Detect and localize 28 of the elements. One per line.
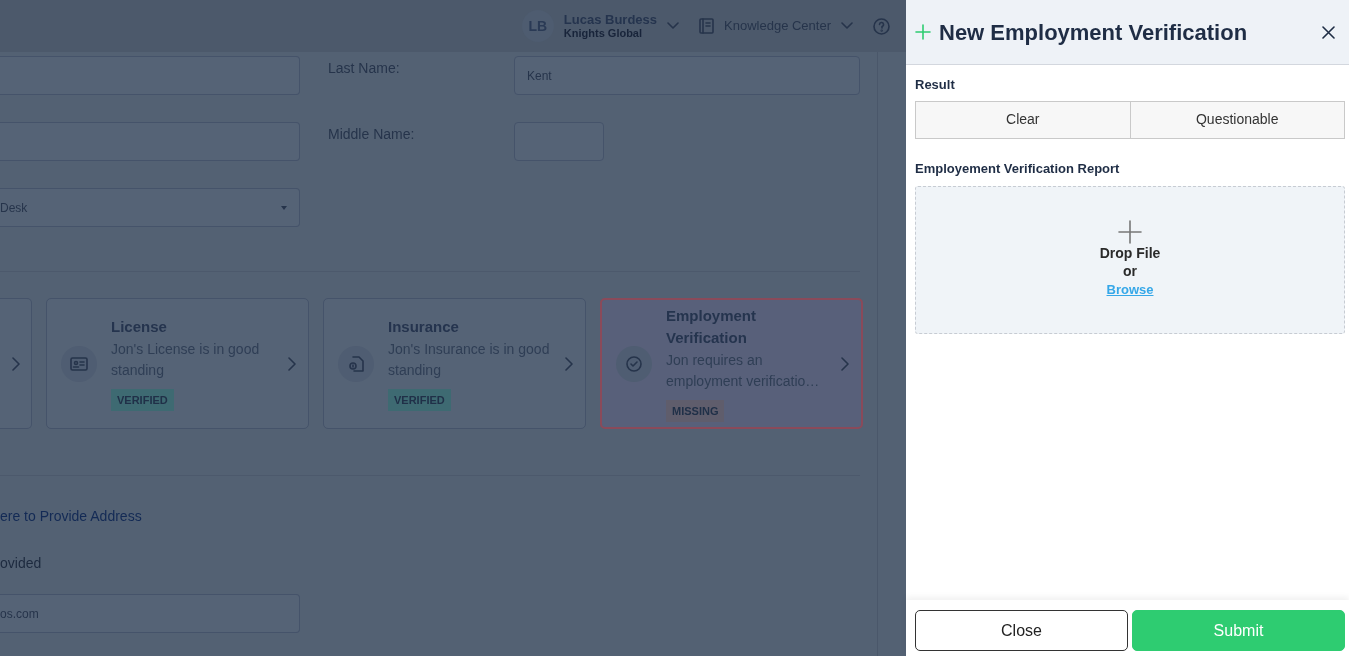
status-tag: VERIFIED xyxy=(388,388,451,411)
toggle-button[interactable]: Clear xyxy=(915,100,1131,139)
toggle-button[interactable]: Questionable xyxy=(1130,100,1345,139)
browse-link[interactable]: Browse xyxy=(1106,280,1154,300)
plus-icon xyxy=(1118,220,1142,245)
help-icon xyxy=(873,17,890,35)
status-tag: VERIFIED xyxy=(111,388,174,411)
plus-icon xyxy=(915,24,931,40)
field-label: Result xyxy=(915,76,956,94)
chevron-down-icon xyxy=(841,22,853,30)
chevron-down-icon xyxy=(667,22,680,30)
close-icon xyxy=(1322,26,1335,40)
submit-button[interactable]: Submit xyxy=(1132,610,1345,651)
caret-icon xyxy=(281,205,287,210)
file-drop-zone[interactable]: Drop File or Browse xyxy=(915,186,1345,334)
book-icon xyxy=(699,18,715,34)
close-button[interactable]: Close xyxy=(915,610,1128,651)
card[interactable] xyxy=(0,298,32,429)
field-label: Employement Verification Report xyxy=(915,159,1121,178)
address-link[interactable]: ere to Provide Address xyxy=(0,506,877,527)
chevron-right-icon xyxy=(11,356,20,371)
status-tag: MISSING xyxy=(666,399,725,423)
or-text: or xyxy=(1123,262,1137,281)
drop-file-text: Drop File xyxy=(1099,244,1161,263)
chevron-right-icon xyxy=(841,356,849,371)
panel-title: New Employment Verification xyxy=(939,18,1248,47)
chevron-right-icon xyxy=(288,356,296,371)
chevron-right-icon xyxy=(565,356,573,371)
